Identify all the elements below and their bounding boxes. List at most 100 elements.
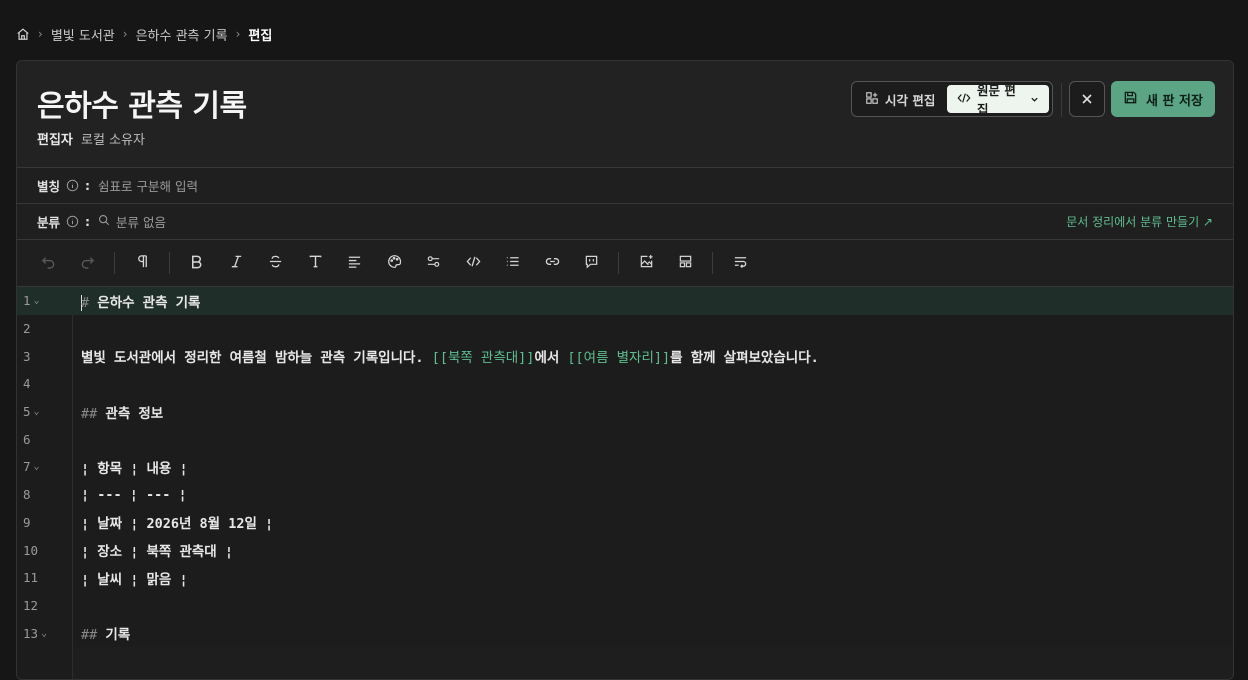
wiki-link[interactable]: [[여름 별자리]] — [567, 350, 670, 366]
toolbar-divider — [168, 252, 170, 274]
formula-button[interactable] — [419, 248, 449, 278]
info-icon[interactable] — [66, 179, 79, 192]
code-button[interactable] — [458, 248, 488, 278]
align-button[interactable] — [340, 248, 370, 278]
visual-edit-button[interactable]: 시각 편집 — [855, 85, 947, 113]
edit-mode-toggle: 시각 편집 원문 편집 — [851, 81, 1053, 117]
category-label: 분류 — [37, 215, 61, 230]
link-button[interactable] — [537, 248, 567, 278]
toolbar-divider — [114, 252, 115, 274]
close-button[interactable] — [1069, 81, 1105, 117]
line-number: 10 — [23, 542, 39, 558]
save-label: 새 판 저장 — [1146, 93, 1203, 109]
line-text: ¦ --- ¦ --- ¦ — [81, 486, 187, 503]
chevron-right-icon: › — [235, 27, 241, 41]
code-line[interactable]: 7 ⌄ ¦ 항목 ¦ 내용 ¦ — [17, 453, 1233, 481]
source-editor[interactable]: 1 ⌄ # 은하수 관측 기록 2 3 별빛 도서관에서 정리한 여름철 밤하늘 … — [17, 287, 1233, 679]
undo-icon — [41, 254, 56, 273]
layout-icon — [678, 254, 693, 273]
line-text: ¦ 날씨 ¦ 맑음 ¦ — [81, 571, 188, 588]
colon: : — [85, 214, 91, 229]
wiki-link[interactable]: [[북쪽 관측대]] — [432, 350, 535, 366]
italic-button[interactable] — [221, 248, 251, 278]
undo-button[interactable] — [33, 248, 63, 278]
alias-input[interactable]: 쉼표로 구분해 입력 — [98, 176, 198, 195]
paragraph-button[interactable] — [127, 248, 157, 278]
message-icon — [584, 254, 599, 273]
pilcrow-icon — [135, 254, 150, 273]
fold-icon[interactable]: ⌄ — [34, 295, 40, 306]
toolbar-divider — [618, 252, 619, 274]
text-wrap-icon — [733, 254, 748, 273]
code-line[interactable]: 5 ⌄ ## 관측 정보 — [17, 398, 1233, 426]
code-line[interactable]: 3 별빛 도서관에서 정리한 여름철 밤하늘 관측 기록입니다. [[북쪽 관측… — [17, 342, 1233, 370]
image-button[interactable] — [631, 248, 661, 278]
line-number: 13 ⌄ — [23, 625, 48, 641]
alias-label: 별칭 — [37, 179, 61, 194]
line-number: 12 — [23, 597, 39, 613]
line-text: ## 기록 — [81, 627, 131, 644]
line-number: 4 — [23, 376, 31, 392]
line-number: 1 ⌄ — [23, 293, 40, 309]
code-line[interactable]: 12 — [17, 592, 1233, 620]
editor-panel: 은하수 관측 기록 편집자 로컬 소유자 시각 편집 원문 편집 새 판 저장 … — [16, 60, 1234, 680]
editor-value: 로컬 소유자 — [81, 133, 145, 148]
line-text: ## 관측 정보 — [81, 405, 164, 422]
alias-field[interactable]: 별칭 : 쉼표로 구분해 입력 — [17, 167, 1233, 203]
visual-edit-label: 시각 편집 — [885, 92, 936, 108]
code-line[interactable]: 11 ¦ 날씨 ¦ 맑음 ¦ — [17, 564, 1233, 592]
colon: : — [85, 178, 91, 193]
code-line[interactable]: 9 ¦ 날짜 ¦ 2026년 8월 12일 ¦ — [17, 509, 1233, 537]
editor-info: 편집자 로컬 소유자 — [37, 129, 145, 148]
editor-toolbar — [17, 239, 1233, 287]
code-line[interactable]: 6 — [17, 425, 1233, 453]
fold-icon[interactable]: ⌄ — [41, 628, 47, 639]
chevron-right-icon: › — [122, 27, 128, 41]
strikethrough-icon — [268, 254, 283, 273]
category-search[interactable]: 분류 없음 — [116, 212, 166, 231]
home-icon[interactable] — [16, 27, 30, 41]
color-button[interactable] — [379, 248, 409, 278]
fold-icon[interactable]: ⌄ — [34, 461, 40, 472]
line-text: 별빛 도서관에서 정리한 여름철 밤하늘 관측 기록입니다. [[북쪽 관측대]… — [81, 350, 819, 367]
blocks-icon — [865, 91, 879, 108]
redo-button[interactable] — [73, 248, 103, 278]
palette-icon — [387, 254, 402, 273]
wrap-button[interactable] — [725, 248, 755, 278]
source-edit-button[interactable]: 원문 편집 — [947, 83, 1049, 117]
line-number: 11 — [23, 570, 39, 586]
heading-button[interactable] — [300, 248, 330, 278]
fold-icon[interactable]: ⌄ — [34, 406, 40, 417]
redo-icon — [80, 254, 95, 273]
layout-button[interactable] — [671, 248, 701, 278]
page-title: 은하수 관측 기록 — [37, 89, 247, 124]
bold-button[interactable] — [182, 248, 212, 278]
code-line[interactable]: 2 — [17, 315, 1233, 343]
line-number: 8 — [23, 487, 31, 503]
image-plus-icon — [639, 254, 654, 273]
strikethrough-button[interactable] — [261, 248, 291, 278]
code-line[interactable]: 8 ¦ --- ¦ --- ¦ — [17, 481, 1233, 509]
comment-button[interactable] — [577, 248, 607, 278]
list-button[interactable] — [498, 248, 528, 278]
sliders-icon — [426, 254, 441, 273]
save-icon — [1123, 90, 1138, 109]
divider — [1061, 83, 1062, 117]
code-line[interactable]: 10 ¦ 장소 ¦ 북쪽 관측대 ¦ — [17, 536, 1233, 564]
breadcrumb-item-document[interactable]: 은하수 관측 기록 — [136, 25, 228, 44]
info-icon[interactable] — [66, 215, 79, 228]
create-category-link[interactable]: 문서 정리에서 분류 만들기 ↗ — [1066, 213, 1213, 230]
editor-label: 편집자 — [37, 133, 73, 148]
line-text: # 은하수 관측 기록 — [81, 294, 201, 311]
italic-icon — [229, 254, 244, 273]
toolbar-divider — [712, 252, 713, 274]
source-edit-label: 원문 편집 — [977, 83, 1016, 117]
align-left-icon — [347, 254, 362, 273]
code-line[interactable]: 1 ⌄ # 은하수 관측 기록 — [17, 287, 1233, 315]
code-line[interactable]: 13 ⌄ ## 기록 — [17, 619, 1233, 647]
line-number: 5 ⌄ — [23, 404, 40, 420]
breadcrumb-item-library[interactable]: 별빛 도서관 — [51, 25, 115, 44]
code-line[interactable]: 4 — [17, 370, 1233, 398]
save-new-version-button[interactable]: 새 판 저장 — [1111, 81, 1215, 117]
bold-icon — [189, 254, 204, 273]
